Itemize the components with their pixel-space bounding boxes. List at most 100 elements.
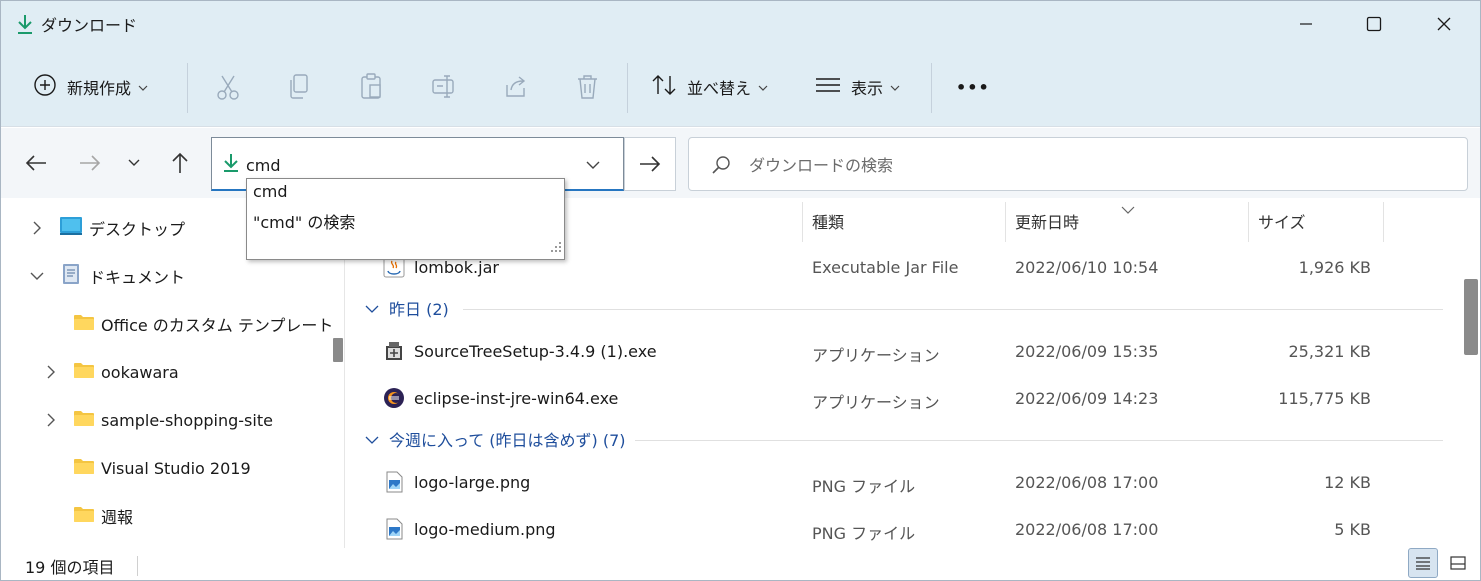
sidebar-item-desktop[interactable]: デスクトップ [59,212,185,244]
group-divider [463,309,1443,310]
more-dots-icon: ••• [956,77,990,97]
column-separator[interactable] [1248,202,1249,242]
go-button[interactable] [624,137,676,191]
delete-icon[interactable] [575,73,601,101]
sidebar-scrollbar[interactable] [333,338,343,362]
file-type: アプリケーション [812,393,940,412]
arrow-right-icon [80,155,101,171]
file-date: 2022/06/09 14:23 [1015,389,1159,408]
explorer-window: ダウンロード 新規作成 並べ替え 表示 ••• cmd ダウンロードの検索 cm… [0,0,1481,581]
file-list-scrollbar-track[interactable] [1462,198,1480,548]
minimize-button[interactable] [1271,1,1341,47]
file-size: 5 KB [1334,520,1371,539]
large-icons-view-icon [1450,556,1466,570]
file-name: SourceTreeSetup-3.4.9 (1).exe [414,342,657,361]
paste-icon[interactable] [359,73,385,101]
folder-icon [73,361,95,383]
view-button[interactable]: 表示 [815,47,900,127]
group-header-this-week[interactable]: 今週に入って (昨日は含めず) (7) [365,424,626,454]
cut-icon[interactable] [215,73,241,101]
recent-locations-button[interactable] [119,148,149,178]
arrow-up-icon [172,152,188,173]
column-separator[interactable] [1005,202,1006,242]
status-separator [137,556,138,576]
new-label: 新規作成 [67,79,132,98]
column-header-type[interactable]: 種類 [812,198,844,244]
file-row-logo-large[interactable]: logo-large.png PNG ファイル 2022/06/08 17:00… [353,461,1443,505]
column-header-size[interactable]: サイズ [1258,198,1306,244]
file-date: 2022/06/08 17:00 [1015,520,1159,539]
more-options-button[interactable]: ••• [956,47,990,127]
view-label: 表示 [851,79,884,98]
download-arrow-icon [222,153,240,177]
file-row-logo-medium[interactable]: logo-medium.png PNG ファイル 2022/06/08 17:0… [353,508,1443,552]
chevron-down-icon [128,159,140,166]
rename-icon[interactable] [431,73,457,101]
file-type: PNG ファイル [812,477,916,496]
item-count: 19 個の項目 [25,558,115,577]
chevron-down-icon [138,78,148,96]
chevron-down-icon [890,78,900,96]
file-type: Executable Jar File [812,258,959,277]
details-view-button[interactable] [1408,548,1438,578]
sidebar-item-ookawara[interactable]: ookawara [73,356,179,388]
address-input[interactable] [246,152,576,178]
window-title: ダウンロード [41,16,138,35]
sidebar-item-visual-studio-2019[interactable]: Visual Studio 2019 [73,452,251,484]
group-label: 昨日 (2) [389,300,449,319]
address-suggestions: cmd "cmd" の検索 [246,178,565,260]
maximize-button[interactable] [1339,1,1409,47]
group-label: 今週に入って (昨日は含めず) (7) [389,431,626,450]
column-separator[interactable] [802,202,803,242]
sidebar-item-weekly-report[interactable]: 週報 [73,500,133,532]
new-button[interactable]: 新規作成 [33,47,148,127]
sidebar-item-label: 週報 [101,508,134,527]
large-icons-view-button[interactable] [1443,548,1473,578]
back-button[interactable] [21,148,51,178]
documents-icon [59,263,83,289]
chevron-right-icon[interactable] [43,364,59,380]
folder-icon [73,409,95,431]
navigation-bar [1,128,1480,198]
file-name: lombok.jar [414,258,499,277]
sidebar-item-sample-shopping-site[interactable]: sample-shopping-site [73,404,273,436]
up-button[interactable] [165,148,195,178]
file-size: 115,775 KB [1278,389,1371,408]
forward-button[interactable] [75,148,105,178]
column-header-date[interactable]: 更新日時 [1015,198,1079,244]
chevron-right-icon[interactable] [43,412,59,428]
sidebar-item-label: sample-shopping-site [101,410,273,430]
sidebar-item-label: ookawara [101,362,179,382]
suggestion-item[interactable]: "cmd" の検索 [253,209,355,233]
title-bar: ダウンロード [1,1,1480,47]
file-type: PNG ファイル [812,524,916,543]
desktop-icon [59,216,83,240]
column-separator[interactable] [1383,202,1384,242]
status-bar: 19 個の項目 [1,548,1480,580]
sort-button[interactable]: 並べ替え [651,47,768,127]
download-arrow-icon [15,13,35,35]
search-input[interactable] [749,152,1349,178]
arrow-left-icon [25,155,46,171]
file-name: logo-large.png [414,473,531,492]
copy-icon[interactable] [287,73,313,101]
resize-grip-icon[interactable] [551,238,561,256]
arrow-right-icon [640,156,661,172]
chevron-down-icon[interactable] [29,268,45,284]
close-button[interactable] [1409,1,1479,47]
toolbar-separator [187,63,188,113]
file-row-sourcetree[interactable]: SourceTreeSetup-3.4.9 (1).exe アプリケーション 2… [353,330,1443,374]
file-size: 1,926 KB [1298,258,1371,277]
command-bar: 新規作成 並べ替え 表示 ••• [1,47,1480,127]
chevron-right-icon[interactable] [29,220,45,236]
file-row-eclipse[interactable]: eclipse-inst-jre-win64.exe アプリケーション 2022… [353,377,1443,421]
suggestion-item[interactable]: cmd [253,182,288,201]
sidebar-item-documents[interactable]: ドキュメント [59,260,185,292]
share-icon[interactable] [503,73,529,101]
chevron-down-icon[interactable] [586,156,600,174]
sidebar-item-office-templates[interactable]: Office のカスタム テンプレート [73,308,333,340]
group-header-yesterday[interactable]: 昨日 (2) [365,293,449,323]
search-box[interactable] [688,137,1468,191]
file-list-scrollbar-thumb[interactable] [1464,279,1478,355]
png-file-icon [383,518,405,540]
